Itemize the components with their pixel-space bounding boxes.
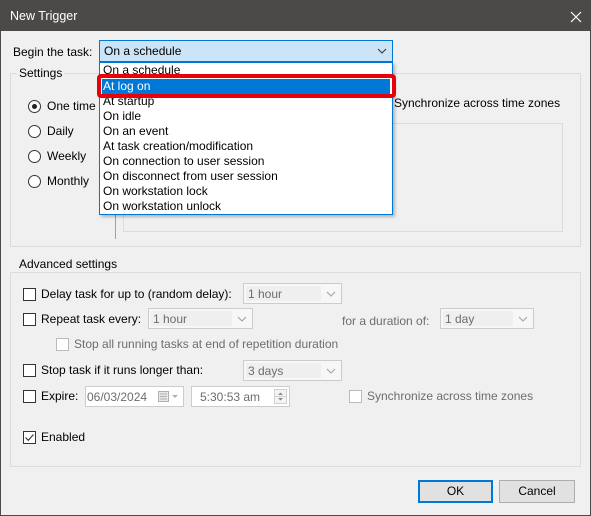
advanced-settings-title: Advanced settings xyxy=(17,257,120,271)
cancel-button[interactable]: Cancel xyxy=(499,480,575,503)
duration-combo[interactable]: 1 day xyxy=(440,308,534,329)
chevron-down-icon xyxy=(237,316,247,322)
chevron-down-icon xyxy=(518,316,528,322)
repeat-task-label: Repeat task every: xyxy=(41,312,142,326)
delay-task-combo[interactable]: 1 hour xyxy=(243,283,342,304)
repeat-task-combo[interactable]: 1 hour xyxy=(148,308,253,329)
close-button[interactable] xyxy=(560,1,591,32)
title-bar: New Trigger xyxy=(1,1,591,32)
begin-task-combo[interactable]: On a schedule xyxy=(99,40,393,62)
stop-task-label: Stop task if it runs longer than: xyxy=(41,363,204,377)
dropdown-option[interactable]: On idle xyxy=(102,109,141,124)
radio-monthly[interactable] xyxy=(28,175,41,188)
dialog-body: Begin the task: Settings One time Daily … xyxy=(1,31,590,515)
radio-one-time[interactable] xyxy=(28,100,41,113)
expire-time-picker[interactable]: 5:30:53 am xyxy=(191,386,290,407)
stop-task-checkbox[interactable] xyxy=(23,364,36,377)
dropdown-option[interactable]: On connection to user session xyxy=(102,154,264,169)
settings-group-title: Settings xyxy=(17,66,65,80)
chevron-down-icon xyxy=(326,291,336,297)
dropdown-option[interactable]: On disconnect from user session xyxy=(102,169,278,184)
expire-sync-label: Synchronize across time zones xyxy=(367,389,534,403)
radio-weekly[interactable] xyxy=(28,150,41,163)
duration-label: for a duration of: xyxy=(342,314,430,328)
stop-task-combo[interactable]: 3 days xyxy=(243,360,342,381)
enabled-label: Enabled xyxy=(41,430,86,444)
annotation-highlight-box xyxy=(97,74,396,98)
chevron-down-icon xyxy=(377,48,387,54)
stop-all-tasks-label: Stop all running tasks at end of repetit… xyxy=(74,337,339,351)
delay-task-label: Delay task for up to (random delay): xyxy=(41,287,232,301)
dropdown-option[interactable]: At task creation/modification xyxy=(102,139,253,154)
expire-label: Expire: xyxy=(41,389,79,403)
spinner-arrows-icon xyxy=(275,392,286,401)
window-title: New Trigger xyxy=(10,9,78,23)
expire-date-picker[interactable]: 06/03/2024 xyxy=(85,386,184,407)
radio-daily[interactable] xyxy=(28,125,41,138)
expire-checkbox[interactable] xyxy=(23,390,36,403)
stop-all-tasks-checkbox[interactable] xyxy=(56,338,69,351)
dropdown-option[interactable]: On an event xyxy=(102,124,168,139)
ok-button[interactable]: OK xyxy=(418,480,493,503)
delay-task-checkbox[interactable] xyxy=(23,288,36,301)
begin-task-label: Begin the task: xyxy=(13,45,93,59)
radio-daily-label: Daily xyxy=(47,124,74,138)
dropdown-option[interactable]: On workstation lock xyxy=(102,184,208,199)
radio-one-time-label: One time xyxy=(47,99,96,113)
enabled-checkbox[interactable] xyxy=(23,431,36,444)
close-icon xyxy=(570,11,582,22)
chevron-down-icon xyxy=(326,368,336,374)
radio-weekly-label: Weekly xyxy=(47,149,87,163)
calendar-icon xyxy=(158,391,178,402)
time-spinner[interactable] xyxy=(274,389,287,404)
dropdown-option[interactable]: On workstation unlock xyxy=(102,199,221,214)
sync-time-zones-label[interactable]: Synchronize across time zones xyxy=(394,96,560,110)
radio-monthly-label: Monthly xyxy=(47,174,90,188)
repeat-task-checkbox[interactable] xyxy=(23,313,36,326)
expire-sync-checkbox[interactable] xyxy=(349,390,362,403)
checkmark-icon xyxy=(25,434,34,442)
